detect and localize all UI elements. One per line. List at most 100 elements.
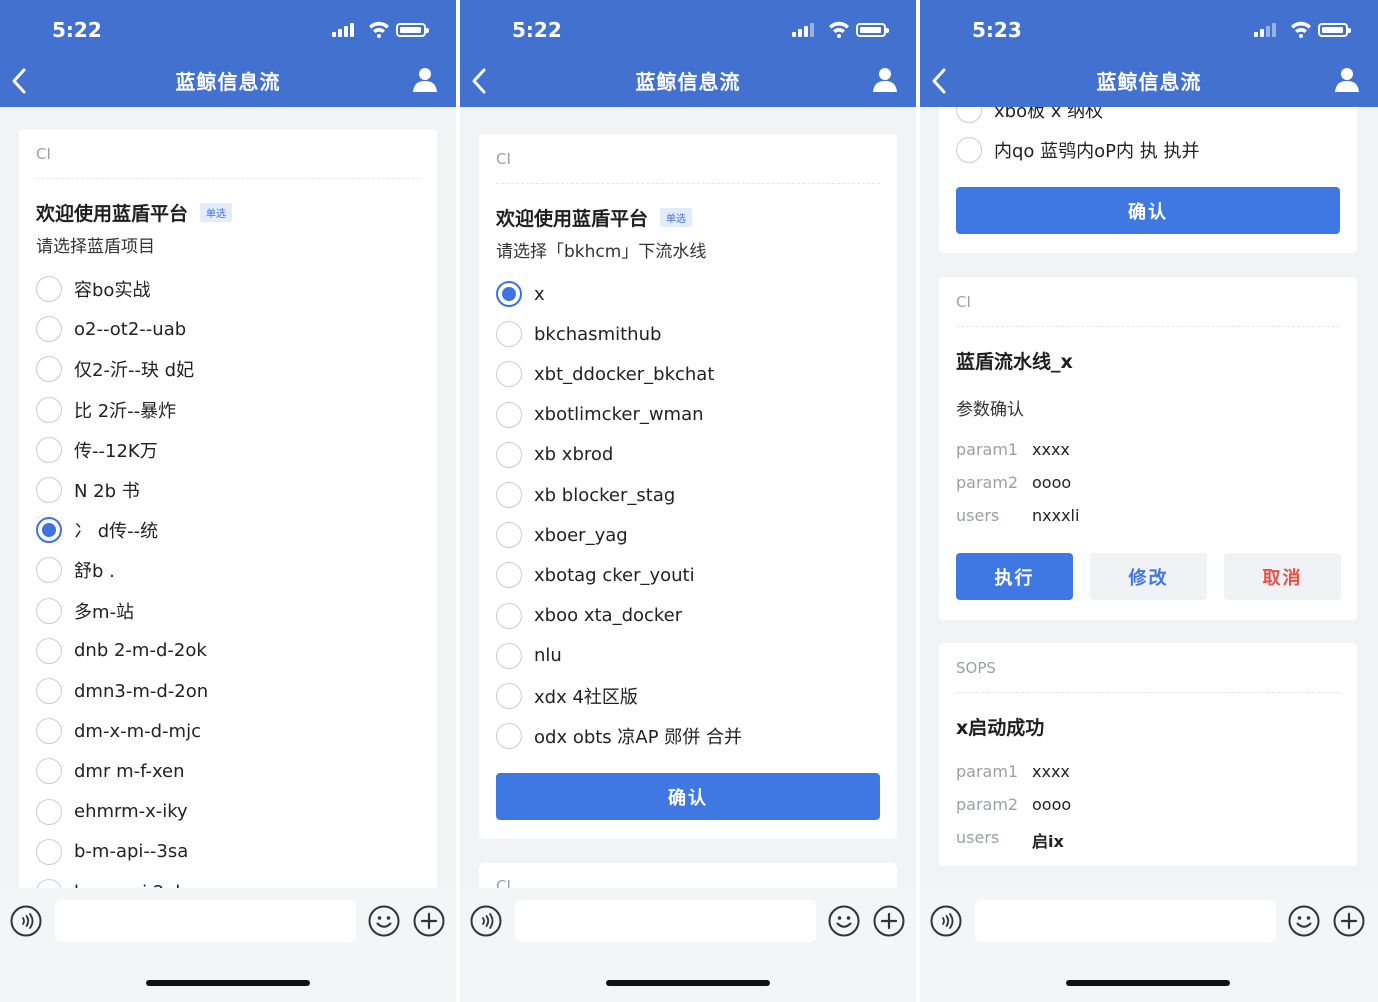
list-item[interactable]: xdx 4社区版 [496,682,638,710]
emoji-icon[interactable] [828,905,860,937]
radio-button[interactable] [36,436,62,463]
radio-button[interactable] [496,281,522,307]
app-header: 5:22 蓝鲸信息流 [0,0,456,107]
radio-button[interactable] [36,477,62,503]
list-item[interactable]: bkchasmithub [496,320,661,348]
option-label: xbotlimcker_wman [534,404,704,426]
radio-button[interactable] [36,718,62,745]
list-item[interactable]: dnb 2-m-d-2ok [36,637,207,665]
radio-button[interactable] [36,557,62,584]
plus-icon[interactable] [873,905,905,937]
radio-button[interactable] [36,276,62,302]
cancel-button[interactable]: 取消 [1224,553,1341,600]
message-input[interactable] [55,900,356,942]
list-item[interactable]: xbotag cker_youti [496,561,695,589]
list-item[interactable]: 比 2沂--暴炸 [36,396,176,424]
voice-icon[interactable] [470,905,502,937]
list-item[interactable]: xboer_yag [496,521,628,549]
list-item[interactable]: 多m-站 [36,597,134,625]
status-time: 5:22 [52,18,102,42]
list-item[interactable]: 舒b . [36,556,115,584]
radio-button[interactable] [36,517,62,544]
list-item[interactable]: b-m-api--3sa [36,838,188,866]
card-title: x启动成功 [956,717,1045,739]
app-header: 5:23 蓝鲸信息流 [920,0,1378,107]
list-item[interactable]: odx obts 凉AP 郧併 合并 [496,722,742,750]
divider [496,183,880,184]
option-label: dm-x-m-d-mjc [74,720,201,742]
radio-button[interactable] [36,637,62,664]
option-label: bkchasmithub [534,323,662,345]
selection-card: CI 欢迎使用蓝盾平台 单选 请选择蓝盾项目 容bo实战 o2--ot2--uab 仅… [19,129,437,919]
list-item[interactable]: ehmrm-x-iky [36,798,188,826]
confirm-button[interactable]: 确认 [956,187,1340,234]
list-item[interactable]: 仅2-沂--玦 d妃 [36,355,194,383]
radio-button[interactable] [956,137,982,163]
option-label: x [534,283,545,305]
confirm-button[interactable]: 确认 [496,773,880,820]
voice-icon[interactable] [10,905,42,937]
card-title: 欢迎使用蓝盾平台 单选 [496,204,693,231]
radio-button[interactable] [36,356,62,383]
list-item[interactable]: x [496,280,545,308]
param-row: param2 oooo [956,795,1072,814]
list-item[interactable]: nlu [496,642,562,670]
plus-icon[interactable] [1333,905,1365,937]
radio-button[interactable] [36,798,62,825]
list-item[interactable]: xb blocker_stag [496,481,675,509]
status-time: 5:22 [512,18,562,42]
voice-icon[interactable] [930,905,962,937]
radio-button[interactable] [36,597,62,624]
radio-button[interactable] [496,522,522,549]
radio-button[interactable] [496,361,522,388]
list-item[interactable]: xboo xta_docker [496,602,682,630]
emoji-icon[interactable] [1288,905,1320,937]
radio-button[interactable] [496,441,522,468]
list-item[interactable]: dmr m-f-xen [36,757,185,785]
edit-button[interactable]: 修改 [1090,553,1207,600]
list-item[interactable]: N 2b 书 [36,476,140,504]
message-input[interactable] [975,900,1276,942]
message-input[interactable] [515,900,816,942]
radio-button[interactable] [496,723,522,750]
card-subtitle: 请选择蓝盾项目 [36,237,155,257]
radio-button[interactable] [496,482,522,508]
emoji-icon[interactable] [368,905,400,937]
home-indicator [606,980,770,986]
radio-button[interactable] [36,316,62,343]
radio-button[interactable] [496,602,522,629]
user-icon[interactable] [412,66,438,92]
option-label: xbotag cker_youti [534,564,695,586]
list-item[interactable]: o2--ot2--uab [36,315,186,343]
list-item[interactable]: xb xbrod [496,441,613,469]
radio-button[interactable] [496,642,522,669]
param-row: param2 oooo [956,473,1072,492]
user-icon[interactable] [1334,66,1360,92]
list-item[interactable]: dmn3-m-d-2on [36,677,208,705]
radio-button[interactable] [36,396,62,423]
list-item[interactable]: 容bo实战 [36,275,150,303]
param-row: param1 xxxx [956,762,1070,781]
list-item[interactable]: 内qo 蓝鸮内oP内 执 执并 [956,136,1199,164]
radio-button[interactable] [36,838,62,865]
nav-title: 蓝鲸信息流 [175,70,281,94]
list-item[interactable]: dm-x-m-d-mjc [36,717,201,745]
plus-icon[interactable] [413,905,445,937]
option-label: xb blocker_stag [534,484,676,506]
radio-button[interactable] [36,758,62,785]
radio-button[interactable] [496,321,522,348]
divider [956,692,1340,693]
list-item[interactable]: xbotlimcker_wman [496,401,704,429]
list-item[interactable]: 传--12K万 [36,436,158,464]
radio-button[interactable] [496,562,522,589]
run-button[interactable]: 执行 [956,553,1073,600]
radio-button[interactable] [496,401,522,428]
radio-button[interactable] [496,683,522,709]
pipeline-card: CI 蓝盾流水线_x 参数确认 param1 xxxx param2 oooo us… [939,277,1357,620]
option-label: 冫 d传--统 [74,521,159,543]
list-item[interactable]: xbt_ddocker_bkchat [496,360,714,388]
radio-button[interactable] [36,678,62,704]
option-label: N 2b 书 [74,481,140,502]
list-item[interactable]: 冫 d传--统 [36,516,158,544]
user-icon[interactable] [872,66,898,92]
